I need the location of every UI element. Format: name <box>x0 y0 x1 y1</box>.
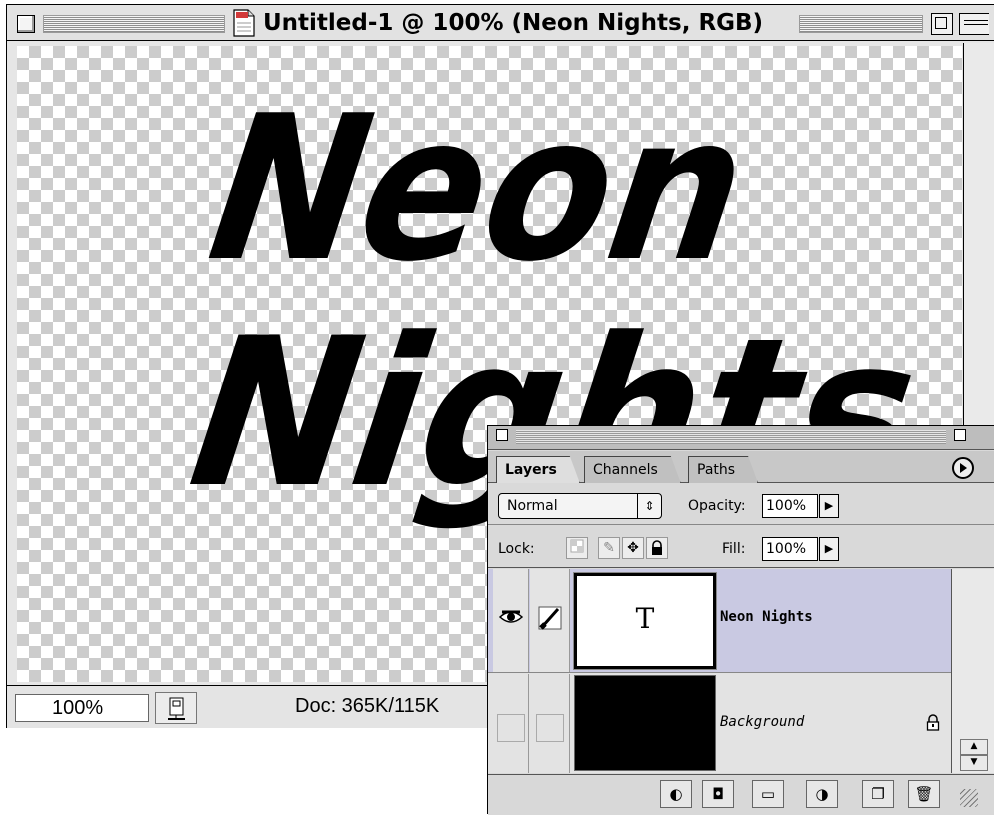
scroll-down-arrow-icon[interactable]: ▼ <box>960 755 988 771</box>
opacity-field[interactable]: 100% <box>762 494 818 518</box>
lock-fill-row: Lock: ✎ ✥ Fill: 100% ▶ <box>488 526 994 568</box>
tab-channels[interactable]: Channels <box>584 456 681 483</box>
opacity-slider-arrow-icon[interactable]: ▶ <box>819 494 839 518</box>
palette-tab-row: Layers Channels Paths <box>488 451 994 483</box>
title-stripes-right <box>799 15 923 33</box>
window-titlebar[interactable]: Untitled-1 @ 100% (Neon Nights, RGB) <box>7 5 994 41</box>
layer-thumbnail-text: T <box>573 572 717 670</box>
doc-info-button[interactable] <box>155 692 197 724</box>
collapse-box-icon[interactable] <box>959 13 989 35</box>
blend-mode-select[interactable]: Normal ⇕ <box>498 493 662 519</box>
lock-all-icon[interactable] <box>646 537 668 559</box>
blend-opacity-row: Normal ⇕ Opacity: 100% ▶ <box>488 483 994 525</box>
lock-icon <box>926 714 940 731</box>
link-brush-cell[interactable] <box>530 569 570 672</box>
empty-eye-box <box>497 714 525 742</box>
layers-palette: Layers Channels Paths Normal ⇕ Opacity: … <box>487 425 994 815</box>
chevron-updown-icon: ⇕ <box>637 494 661 518</box>
title-stripes-left <box>43 15 225 33</box>
canvas-text-line1: Neon <box>176 74 781 306</box>
layer-name-neon-nights: Neon Nights <box>720 609 813 625</box>
palette-zoom-icon[interactable] <box>954 429 966 441</box>
visibility-cell[interactable] <box>493 569 529 672</box>
palette-title-stripes <box>516 430 946 444</box>
layer-thumbnail-background <box>574 675 716 771</box>
document-icon <box>233 9 255 37</box>
layer-style-icon[interactable]: ◐ <box>660 780 692 808</box>
mask-icon[interactable]: ◘ <box>702 780 734 808</box>
document-info-icon <box>168 697 185 720</box>
brush-icon <box>538 606 562 630</box>
lock-all-glyph <box>652 540 662 555</box>
palette-close-icon[interactable] <box>496 429 508 441</box>
opacity-label: Opacity: <box>688 498 746 514</box>
adjustment-layer-icon[interactable]: ◑ <box>806 780 838 808</box>
palette-titlebar[interactable] <box>488 426 994 450</box>
zoom-level-field[interactable]: 100% <box>15 694 149 722</box>
scroll-up-arrow-icon[interactable]: ▲ <box>960 739 988 755</box>
empty-brush-box <box>536 714 564 742</box>
layer-list-scrollbar[interactable]: ▲ ▼ <box>951 569 994 773</box>
trash-icon[interactable]: 🗑 <box>908 780 940 808</box>
lock-paint-icon[interactable]: ✎ <box>598 537 620 559</box>
eye-icon <box>498 610 524 623</box>
fill-label: Fill: <box>722 541 746 557</box>
close-box-icon[interactable] <box>17 15 35 33</box>
layer-list: T Neon Nights Background <box>488 569 951 773</box>
zoom-box-icon[interactable] <box>931 13 953 35</box>
tab-paths[interactable]: Paths <box>688 456 758 483</box>
layer-name-background: Background <box>720 714 805 730</box>
layer-row-neon-nights[interactable]: T Neon Nights <box>488 569 951 673</box>
palette-menu-icon[interactable] <box>952 457 974 479</box>
checker-glyph <box>570 539 584 553</box>
tab-layers[interactable]: Layers <box>496 456 580 483</box>
lock-move-icon[interactable]: ✥ <box>622 537 644 559</box>
blend-mode-value: Normal <box>507 498 558 514</box>
document-size: Doc: 365K/115K <box>295 695 440 717</box>
fill-slider-arrow-icon[interactable]: ▶ <box>819 537 839 561</box>
text-layer-glyph: T <box>635 602 655 635</box>
palette-menu-arrow <box>960 463 967 473</box>
palette-bottom-bar: ◐ ◘ ▭ ◑ ❐ 🗑 <box>488 774 994 815</box>
resize-grip-icon[interactable] <box>960 789 978 807</box>
lock-transparency-icon[interactable] <box>566 537 588 559</box>
folder-icon[interactable]: ▭ <box>752 780 784 808</box>
layer-row-background[interactable]: Background <box>488 674 951 773</box>
new-layer-icon[interactable]: ❐ <box>862 780 894 808</box>
visibility-cell[interactable] <box>493 674 529 773</box>
window-title: Untitled-1 @ 100% (Neon Nights, RGB) <box>263 10 764 36</box>
lock-label: Lock: <box>498 541 535 557</box>
link-brush-cell[interactable] <box>530 674 570 773</box>
fill-field[interactable]: 100% <box>762 537 818 561</box>
